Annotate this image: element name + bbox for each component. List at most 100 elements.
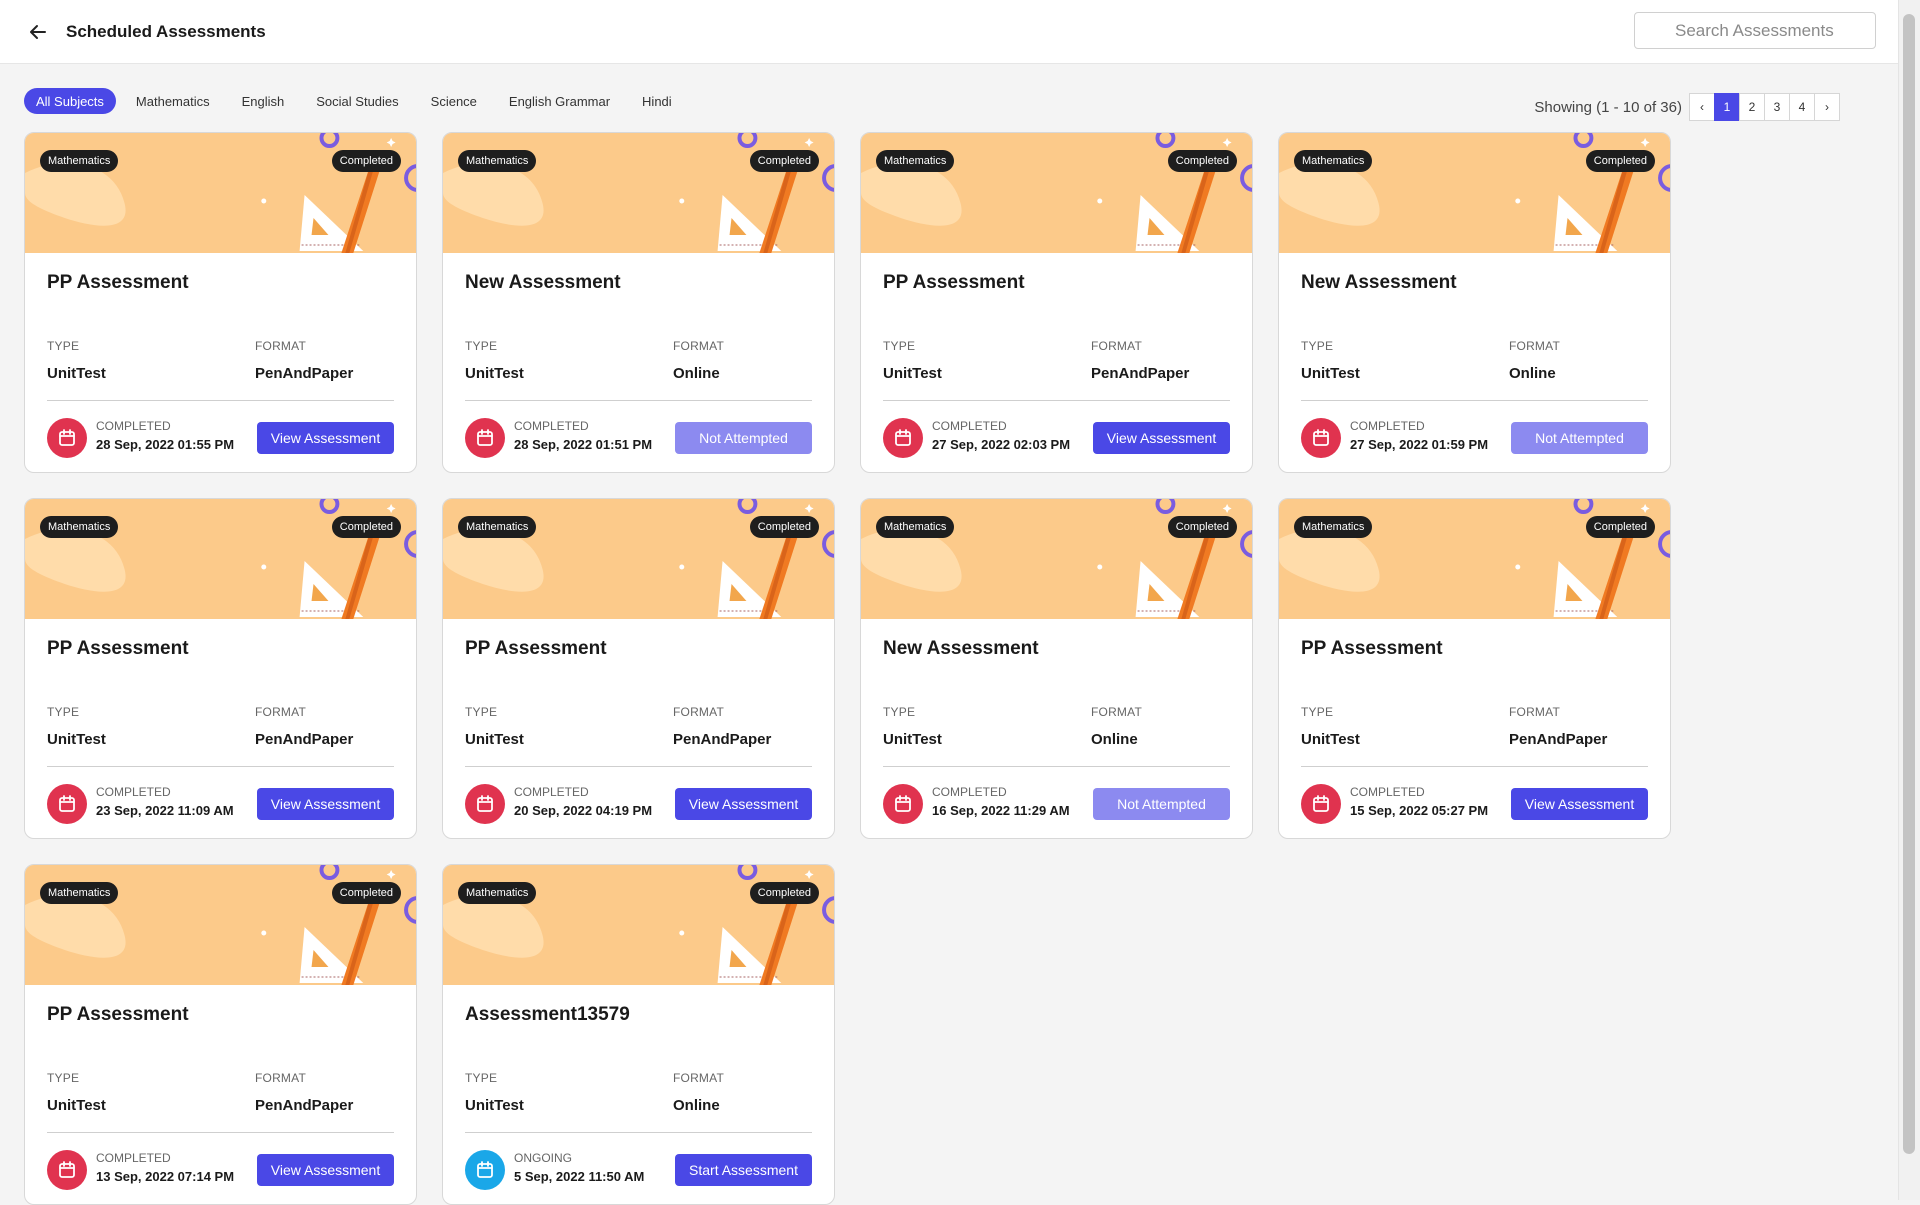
status-badge: Completed [1167, 516, 1237, 538]
assessment-date: 13 Sep, 2022 07:14 PM [96, 1169, 235, 1184]
top-bar: Scheduled Assessments [0, 0, 1898, 64]
pagination: Showing (1 - 10 of 36) ‹ 1234 › [1534, 93, 1840, 121]
format-label: FORMAT [1509, 705, 1560, 719]
assessment-date: 28 Sep, 2022 01:51 PM [514, 437, 653, 452]
back-arrow-icon[interactable] [26, 20, 50, 44]
card-divider [1301, 766, 1648, 767]
status-badge: Completed [749, 150, 819, 172]
assessment-card[interactable]: Mathematics Completed New Assessment TYPE FO… [442, 132, 835, 473]
calendar-icon [1301, 784, 1341, 824]
card-divider [883, 400, 1230, 401]
format-value: PenAndPaper [673, 731, 772, 748]
assessment-title: Assessment13579 [465, 1004, 630, 1025]
not-attempted-button[interactable]: Not Attempted [1093, 788, 1230, 820]
filter-chip-all-subjects[interactable]: All Subjects [24, 88, 116, 114]
format-label: FORMAT [1091, 339, 1142, 353]
assessment-state: COMPLETED [1350, 419, 1425, 433]
subject-badge: Mathematics [40, 882, 119, 904]
subject-badge: Mathematics [40, 150, 119, 172]
format-label: FORMAT [1509, 339, 1560, 353]
assessment-card[interactable]: Mathematics Completed New Assessment TYPE FO… [1278, 132, 1671, 473]
assessment-date: 27 Sep, 2022 02:03 PM [932, 437, 1071, 452]
not-attempted-button[interactable]: Not Attempted [675, 422, 812, 454]
format-value: PenAndPaper [1509, 731, 1608, 748]
calendar-icon [1301, 418, 1341, 458]
filter-chip-mathematics[interactable]: Mathematics [124, 88, 222, 114]
format-value: Online [673, 1097, 720, 1114]
calendar-icon [465, 418, 505, 458]
type-value: UnitTest [1301, 731, 1360, 748]
assessment-state: COMPLETED [932, 785, 1007, 799]
format-value: PenAndPaper [255, 1097, 354, 1114]
subject-badge: Mathematics [1294, 150, 1373, 172]
assessment-date: 23 Sep, 2022 11:09 AM [96, 803, 234, 818]
assessment-date: 28 Sep, 2022 01:55 PM [96, 437, 235, 452]
page-button-1[interactable]: 1 [1714, 93, 1740, 121]
assessment-state: COMPLETED [514, 785, 589, 799]
format-label: FORMAT [255, 1071, 306, 1085]
assessment-card[interactable]: Mathematics Completed PP Assessment TYPE FOR… [24, 864, 417, 1205]
calendar-icon [47, 418, 87, 458]
assessment-card[interactable]: Mathematics Completed PP Assessment TYPE FOR… [24, 132, 417, 473]
page-button-2[interactable]: 2 [1739, 93, 1765, 121]
assessment-state: COMPLETED [96, 419, 171, 433]
page-button-4[interactable]: 4 [1789, 93, 1815, 121]
assessment-card[interactable]: Mathematics Completed PP Assessment TYPE FOR… [442, 498, 835, 839]
assessment-date: 16 Sep, 2022 11:29 AM [932, 803, 1070, 818]
not-attempted-button[interactable]: Not Attempted [1511, 422, 1648, 454]
view-assessment-button[interactable]: View Assessment [257, 1154, 394, 1186]
assessment-card[interactable]: Mathematics Completed Assessment13579 TYPE F… [442, 864, 835, 1205]
type-label: TYPE [47, 1071, 80, 1085]
type-value: UnitTest [465, 1097, 524, 1114]
prev-page-button[interactable]: ‹ [1689, 93, 1715, 121]
format-value: Online [673, 365, 720, 382]
status-badge: Completed [749, 882, 819, 904]
type-value: UnitTest [47, 731, 106, 748]
filter-chip-social-studies[interactable]: Social Studies [304, 88, 410, 114]
filter-chip-hindi[interactable]: Hindi [630, 88, 684, 114]
format-label: FORMAT [673, 339, 724, 353]
status-badge: Completed [1585, 516, 1655, 538]
search-input[interactable] [1634, 12, 1876, 49]
start-assessment-button[interactable]: Start Assessment [675, 1154, 812, 1186]
view-assessment-button[interactable]: View Assessment [257, 422, 394, 454]
assessment-title: PP Assessment [47, 272, 189, 293]
type-label: TYPE [465, 705, 498, 719]
page-title: Scheduled Assessments [66, 21, 266, 41]
status-badge: Completed [1585, 150, 1655, 172]
page-button-3[interactable]: 3 [1764, 93, 1790, 121]
view-assessment-button[interactable]: View Assessment [675, 788, 812, 820]
card-divider [47, 400, 394, 401]
assessment-card[interactable]: Mathematics Completed PP Assessment TYPE FOR… [1278, 498, 1671, 839]
view-assessment-button[interactable]: View Assessment [1093, 422, 1230, 454]
assessment-card[interactable]: Mathematics Completed New Assessment TYPE FO… [860, 498, 1253, 839]
filter-chip-english[interactable]: English [230, 88, 297, 114]
type-label: TYPE [47, 705, 80, 719]
assessment-state: COMPLETED [932, 419, 1007, 433]
scrollbar[interactable] [1898, 0, 1920, 1200]
assessment-date: 15 Sep, 2022 05:27 PM [1350, 803, 1489, 818]
view-assessment-button[interactable]: View Assessment [1511, 788, 1648, 820]
type-label: TYPE [465, 1071, 498, 1085]
type-value: UnitTest [47, 1097, 106, 1114]
assessment-date: 20 Sep, 2022 04:19 PM [514, 803, 653, 818]
type-value: UnitTest [1301, 365, 1360, 382]
type-label: TYPE [1301, 339, 1334, 353]
subject-filter-bar: All Subjects Mathematics English Social Stu… [24, 88, 692, 114]
type-value: UnitTest [465, 731, 524, 748]
assessment-card[interactable]: Mathematics Completed PP Assessment TYPE FOR… [860, 132, 1253, 473]
view-assessment-button[interactable]: View Assessment [257, 788, 394, 820]
filter-chip-english-grammar[interactable]: English Grammar [497, 88, 622, 114]
format-label: FORMAT [255, 339, 306, 353]
filter-chip-science[interactable]: Science [419, 88, 489, 114]
card-divider [47, 766, 394, 767]
assessment-title: PP Assessment [47, 1004, 189, 1025]
scrollbar-thumb[interactable] [1903, 14, 1915, 1154]
next-page-button[interactable]: › [1814, 93, 1840, 121]
subject-badge: Mathematics [458, 882, 537, 904]
card-divider [47, 1132, 394, 1133]
type-value: UnitTest [883, 731, 942, 748]
assessment-card[interactable]: Mathematics Completed PP Assessment TYPE FOR… [24, 498, 417, 839]
subject-badge: Mathematics [876, 150, 955, 172]
assessment-title: PP Assessment [883, 272, 1025, 293]
